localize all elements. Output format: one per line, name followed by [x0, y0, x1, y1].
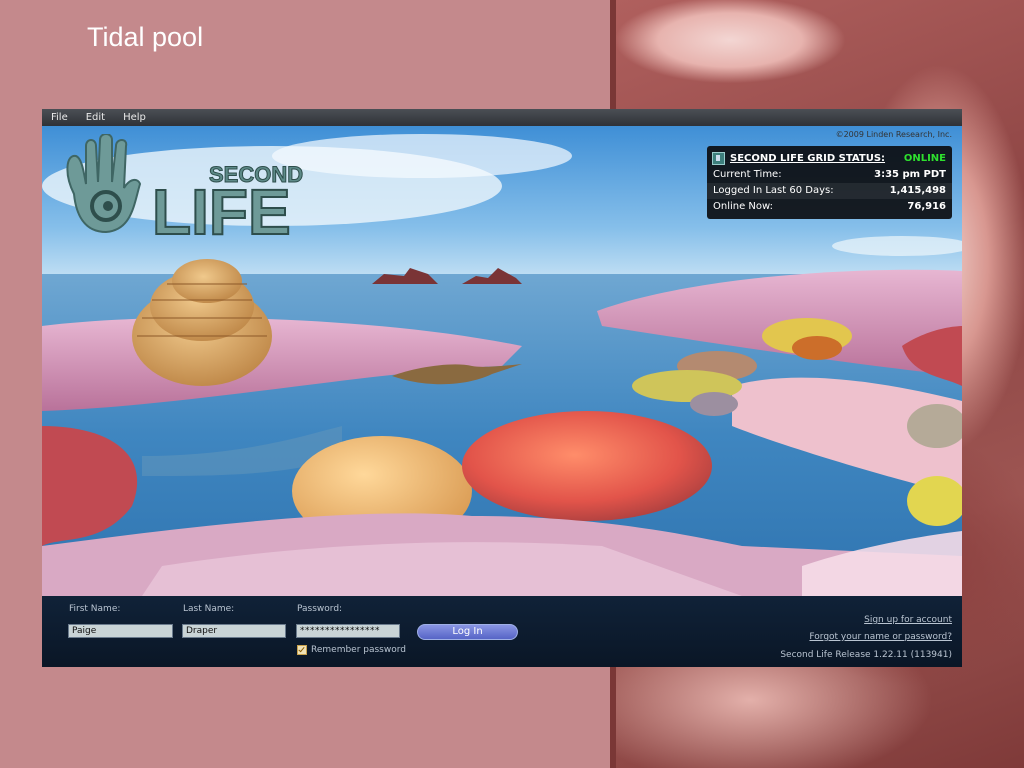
- forgot-password-link[interactable]: Forgot your name or password?: [809, 632, 952, 642]
- last-name-field[interactable]: [182, 624, 286, 638]
- slide-title: Tidal pool: [87, 22, 204, 52]
- signup-link[interactable]: Sign up for account: [864, 615, 952, 625]
- last-name-label: Last Name:: [183, 604, 235, 614]
- grid-status-row-current-time: Current Time: 3:35 pm PDT: [707, 167, 952, 183]
- remember-password-checkbox[interactable]: [297, 645, 307, 655]
- remember-password-label: Remember password: [311, 645, 406, 655]
- login-button[interactable]: Log In: [417, 624, 518, 640]
- first-name-field[interactable]: [68, 624, 173, 638]
- grid-status-icon: [712, 151, 725, 165]
- hand-eye-logo-icon: [66, 134, 142, 234]
- online-now-label: Online Now:: [713, 201, 774, 212]
- copyright-notice: ©2009 Linden Research, Inc.: [835, 130, 952, 139]
- menu-file[interactable]: File: [42, 109, 77, 126]
- first-name-label: First Name:: [69, 604, 121, 614]
- grid-status-row-online-now: Online Now: 76,916: [707, 199, 952, 215]
- grid-status-header: SECOND LIFE GRID STATUS: ONLINE: [707, 146, 952, 167]
- grid-status-panel: SECOND LIFE GRID STATUS: ONLINE Current …: [707, 146, 952, 219]
- online-now-value: 76,916: [907, 201, 946, 212]
- menubar: File Edit Help: [42, 109, 962, 126]
- version-label: Second Life Release 1.22.11 (113941): [780, 650, 952, 660]
- login-bar: First Name: Last Name: Password: Log In …: [42, 596, 962, 667]
- current-time-value: 3:35 pm PDT: [874, 169, 946, 180]
- menu-help[interactable]: Help: [114, 109, 155, 126]
- grid-status-row-logged-in: Logged In Last 60 Days: 1,415,498: [707, 183, 952, 199]
- remember-password-toggle[interactable]: Remember password: [297, 645, 406, 655]
- second-life-window: File Edit Help ©2009 Linden Research, In…: [42, 109, 962, 667]
- grid-status-title-link[interactable]: SECOND LIFE GRID STATUS:: [730, 153, 885, 164]
- second-life-logo: SECOND LIFE: [66, 134, 304, 244]
- login-scene-viewport: ©2009 Linden Research, Inc. SECOND LIFE …: [42, 126, 962, 596]
- grid-status-state: ONLINE: [903, 152, 946, 164]
- password-label: Password:: [297, 604, 343, 614]
- logged-in-value: 1,415,498: [889, 185, 946, 196]
- logged-in-label: Logged In Last 60 Days:: [713, 185, 834, 196]
- current-time-label: Current Time:: [713, 169, 782, 180]
- password-field[interactable]: [296, 624, 400, 638]
- menu-edit[interactable]: Edit: [77, 109, 114, 126]
- logo-life-text: LIFE: [152, 176, 291, 244]
